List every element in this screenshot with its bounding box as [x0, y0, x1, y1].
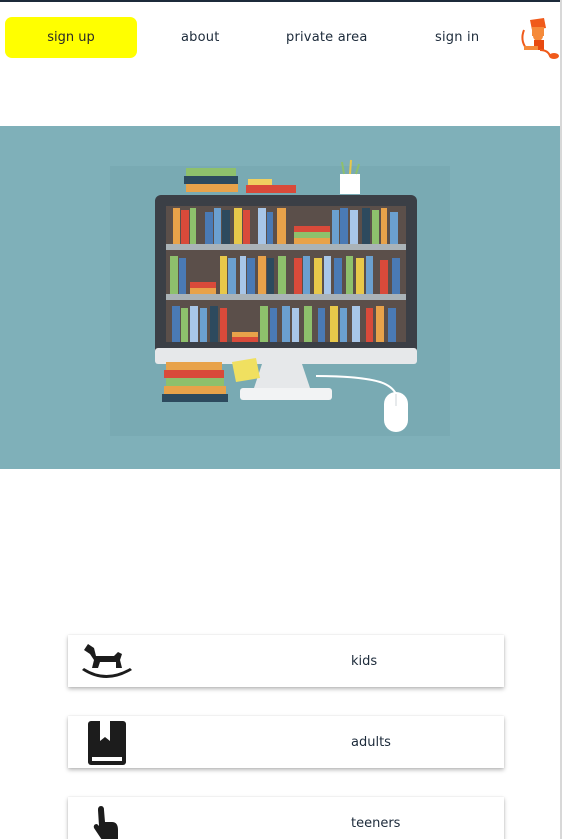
nav-about-link[interactable]: about — [181, 30, 220, 45]
category-label-teeners: teeners — [351, 816, 401, 831]
nav-private-area-link[interactable]: private area — [286, 30, 368, 45]
rocking-horse-icon — [82, 644, 132, 678]
bookshelf-computer-illustration — [110, 159, 450, 436]
pointing-hand-icon — [93, 806, 118, 839]
nav-signin-link[interactable]: sign in — [435, 30, 479, 45]
reader-at-desk-icon[interactable] — [518, 16, 560, 60]
hero-banner — [0, 126, 560, 469]
signup-button[interactable]: sign up — [5, 17, 137, 58]
signup-label: sign up — [47, 30, 95, 45]
category-label-adults: adults — [351, 735, 391, 750]
category-card-adults[interactable]: adults — [68, 716, 504, 768]
top-nav: sign up about private area sign in — [0, 2, 560, 72]
book-icon — [88, 721, 126, 765]
category-card-teeners[interactable]: teeners — [68, 797, 504, 839]
category-label-kids: kids — [351, 654, 378, 669]
category-card-kids[interactable]: kids — [68, 635, 504, 687]
